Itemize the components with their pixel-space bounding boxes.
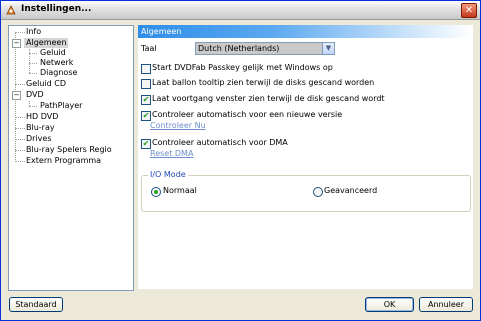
io-mode-group: I/O Mode Normaal Geavanceerd bbox=[141, 170, 471, 212]
tree-item-blu-ray[interactable]: Blu-ray bbox=[26, 123, 55, 133]
checkbox-check-new-version[interactable]: ✔ bbox=[141, 111, 151, 121]
settings-dialog: Instellingen... ✕ Info − Algemeen Geluid… bbox=[0, 0, 481, 321]
tree-item-blu-ray-region[interactable]: Blu-ray Spelers Regio bbox=[26, 145, 112, 155]
close-button[interactable]: ✕ bbox=[461, 3, 477, 18]
radio-normaal[interactable] bbox=[151, 187, 161, 197]
tree-connector bbox=[15, 32, 25, 33]
tree-item-pathplayer[interactable]: PathPlayer bbox=[40, 101, 82, 111]
checkbox-start-with-windows[interactable] bbox=[141, 64, 151, 74]
tree-connector bbox=[29, 63, 37, 64]
tree-item-extern-programma[interactable]: Extern Programma bbox=[26, 156, 101, 166]
tree-item-geluid-cd[interactable]: Geluid CD bbox=[26, 79, 66, 89]
reset-dma-link[interactable]: Reset DMA bbox=[150, 149, 193, 158]
close-icon: ✕ bbox=[464, 5, 474, 16]
normaal-label: Normaal bbox=[163, 186, 197, 195]
panel-header: Algemeen bbox=[138, 25, 473, 38]
check-now-link[interactable]: Controleer Nu bbox=[150, 121, 206, 130]
start-with-windows-label: Start DVDFab Passkey gelijk met Windows … bbox=[152, 63, 333, 72]
settings-tree: Info − Algemeen Geluid Netwerk Diagnose … bbox=[8, 25, 134, 291]
tree-connector bbox=[29, 106, 37, 107]
tree-item-algemeen[interactable]: Algemeen bbox=[24, 38, 69, 48]
tree-item-netwerk[interactable]: Netwerk bbox=[40, 58, 73, 68]
tree-connector bbox=[15, 139, 25, 140]
collapse-toggle-icon[interactable]: − bbox=[12, 39, 21, 48]
checkmark-icon: ✔ bbox=[142, 139, 150, 148]
tree-item-hd-dvd[interactable]: HD DVD bbox=[26, 112, 58, 122]
checkmark-icon: ✔ bbox=[142, 111, 150, 120]
tree-item-info[interactable]: Info bbox=[26, 27, 41, 37]
chevron-down-icon[interactable]: ▼ bbox=[322, 43, 334, 54]
tree-item-dvd[interactable]: DVD bbox=[26, 90, 44, 100]
io-mode-title: I/O Mode bbox=[148, 170, 188, 179]
language-select-value: Dutch (Netherlands) bbox=[198, 44, 280, 53]
balloon-tooltip-label: Laat ballon tooltip zien terwijl de disk… bbox=[152, 78, 375, 87]
tree-connector bbox=[29, 73, 37, 74]
tree-item-diagnose[interactable]: Diagnose bbox=[40, 68, 77, 78]
tree-item-geluid[interactable]: Geluid bbox=[40, 48, 66, 58]
tree-connector bbox=[15, 150, 25, 151]
window-title: Instellingen... bbox=[21, 4, 92, 14]
checkmark-icon: ✔ bbox=[142, 95, 150, 104]
checkbox-balloon-tooltip[interactable] bbox=[141, 79, 151, 89]
radio-geavanceerd[interactable] bbox=[313, 187, 323, 197]
title-bar: Instellingen... ✕ bbox=[1, 1, 480, 20]
progress-window-label: Laat voortgang venster zien terwijl de d… bbox=[152, 94, 385, 103]
tree-connector bbox=[15, 128, 25, 129]
tree-connector bbox=[15, 117, 25, 118]
collapse-toggle-icon[interactable]: − bbox=[12, 91, 21, 100]
tree-connector bbox=[29, 53, 37, 54]
settings-panel: Algemeen Taal Dutch (Netherlands) ▼ Star… bbox=[138, 25, 473, 289]
cancel-button[interactable]: Annuleer bbox=[419, 297, 473, 312]
language-select[interactable]: Dutch (Netherlands) ▼ bbox=[195, 42, 335, 55]
language-label: Taal bbox=[141, 44, 157, 53]
ok-button[interactable]: OK bbox=[365, 297, 414, 312]
checkbox-progress-window[interactable]: ✔ bbox=[141, 95, 151, 105]
tree-connector bbox=[15, 161, 25, 162]
check-dma-label: Controleer automatisch voor DMA bbox=[152, 138, 288, 147]
standard-button[interactable]: Standaard bbox=[9, 297, 63, 312]
check-new-version-label: Controleer automatisch voor een nieuwe v… bbox=[152, 110, 343, 119]
tree-item-drives[interactable]: Drives bbox=[26, 134, 52, 144]
passkey-fox-icon bbox=[6, 5, 16, 15]
radio-selected-icon bbox=[154, 190, 158, 194]
tree-connector bbox=[15, 84, 25, 85]
geavanceerd-label: Geavanceerd bbox=[324, 186, 378, 195]
checkbox-check-dma[interactable]: ✔ bbox=[141, 139, 151, 149]
